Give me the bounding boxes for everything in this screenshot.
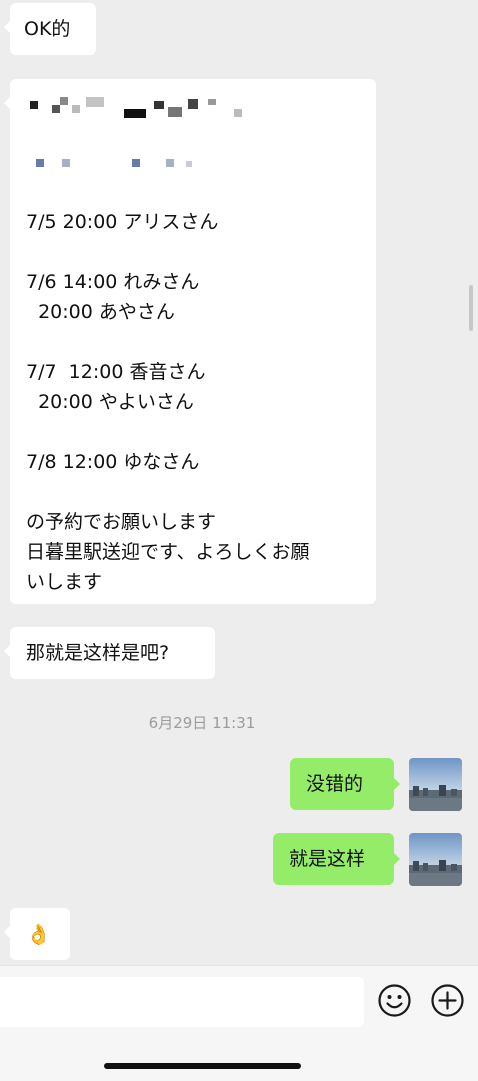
message-bubble[interactable]: 没错的 [290, 758, 394, 810]
avatar-image [409, 758, 462, 811]
schedule-line: 7/5 20:00 アリスさん [26, 211, 219, 233]
plus-icon [431, 984, 464, 1017]
schedule-line: 7/8 12:00 ゆなさん [26, 451, 200, 473]
message-text: 没错的 [306, 773, 364, 795]
schedule-line: 7/7 12:00 香音さん [26, 361, 206, 383]
schedule-line: いします [26, 571, 103, 593]
redacted-text [36, 159, 216, 171]
timestamp: 6月29日 11:31 [148, 714, 256, 732]
message-input[interactable] [0, 977, 364, 1027]
redacted-text [30, 95, 250, 125]
schedule-line: 7/6 14:00 れみさん [26, 271, 200, 293]
emoji-button[interactable] [378, 984, 411, 1017]
message-text: OK的 [24, 18, 71, 40]
schedule-line: の予約でお願いします [26, 511, 217, 533]
chat-area: OK的 7/5 20:00 アリスさん 7/6 14:00 れみさん 20:00… [0, 0, 478, 965]
message-text: 那就是这样是吧? [26, 642, 170, 664]
schedule-line: ​ [26, 477, 366, 507]
scroll-indicator[interactable] [469, 285, 473, 331]
avatar[interactable] [409, 833, 462, 886]
schedule-line: ​ [26, 417, 366, 447]
smiley-icon [378, 984, 411, 1017]
home-indicator[interactable] [104, 1063, 301, 1069]
message-bubble[interactable]: 👌 [10, 908, 70, 960]
message-bubble[interactable]: 就是这样 [273, 833, 394, 885]
message-bubble[interactable]: 7/5 20:00 アリスさん ​ 7/6 14:00 れみさん 20:00 あ… [10, 79, 376, 604]
schedule-line: 20:00 あやさん [26, 301, 175, 323]
message-bubble[interactable]: OK的 [10, 3, 96, 55]
schedule-line: 20:00 やよいさん [26, 391, 194, 413]
schedule-line: ​ [26, 327, 366, 357]
avatar-image [409, 833, 462, 886]
avatar[interactable] [409, 758, 462, 811]
schedule-line: 日暮里駅送迎です、よろしくお願 [26, 541, 310, 563]
schedule-line: ​ [26, 237, 366, 267]
message-bubble[interactable]: 那就是这样是吧? [10, 627, 215, 679]
ok-hand-emoji: 👌 [26, 922, 51, 946]
schedule-text: 7/5 20:00 アリスさん ​ 7/6 14:00 れみさん 20:00 あ… [26, 207, 366, 597]
message-text: 就是这样 [289, 848, 366, 870]
more-button[interactable] [431, 984, 464, 1017]
